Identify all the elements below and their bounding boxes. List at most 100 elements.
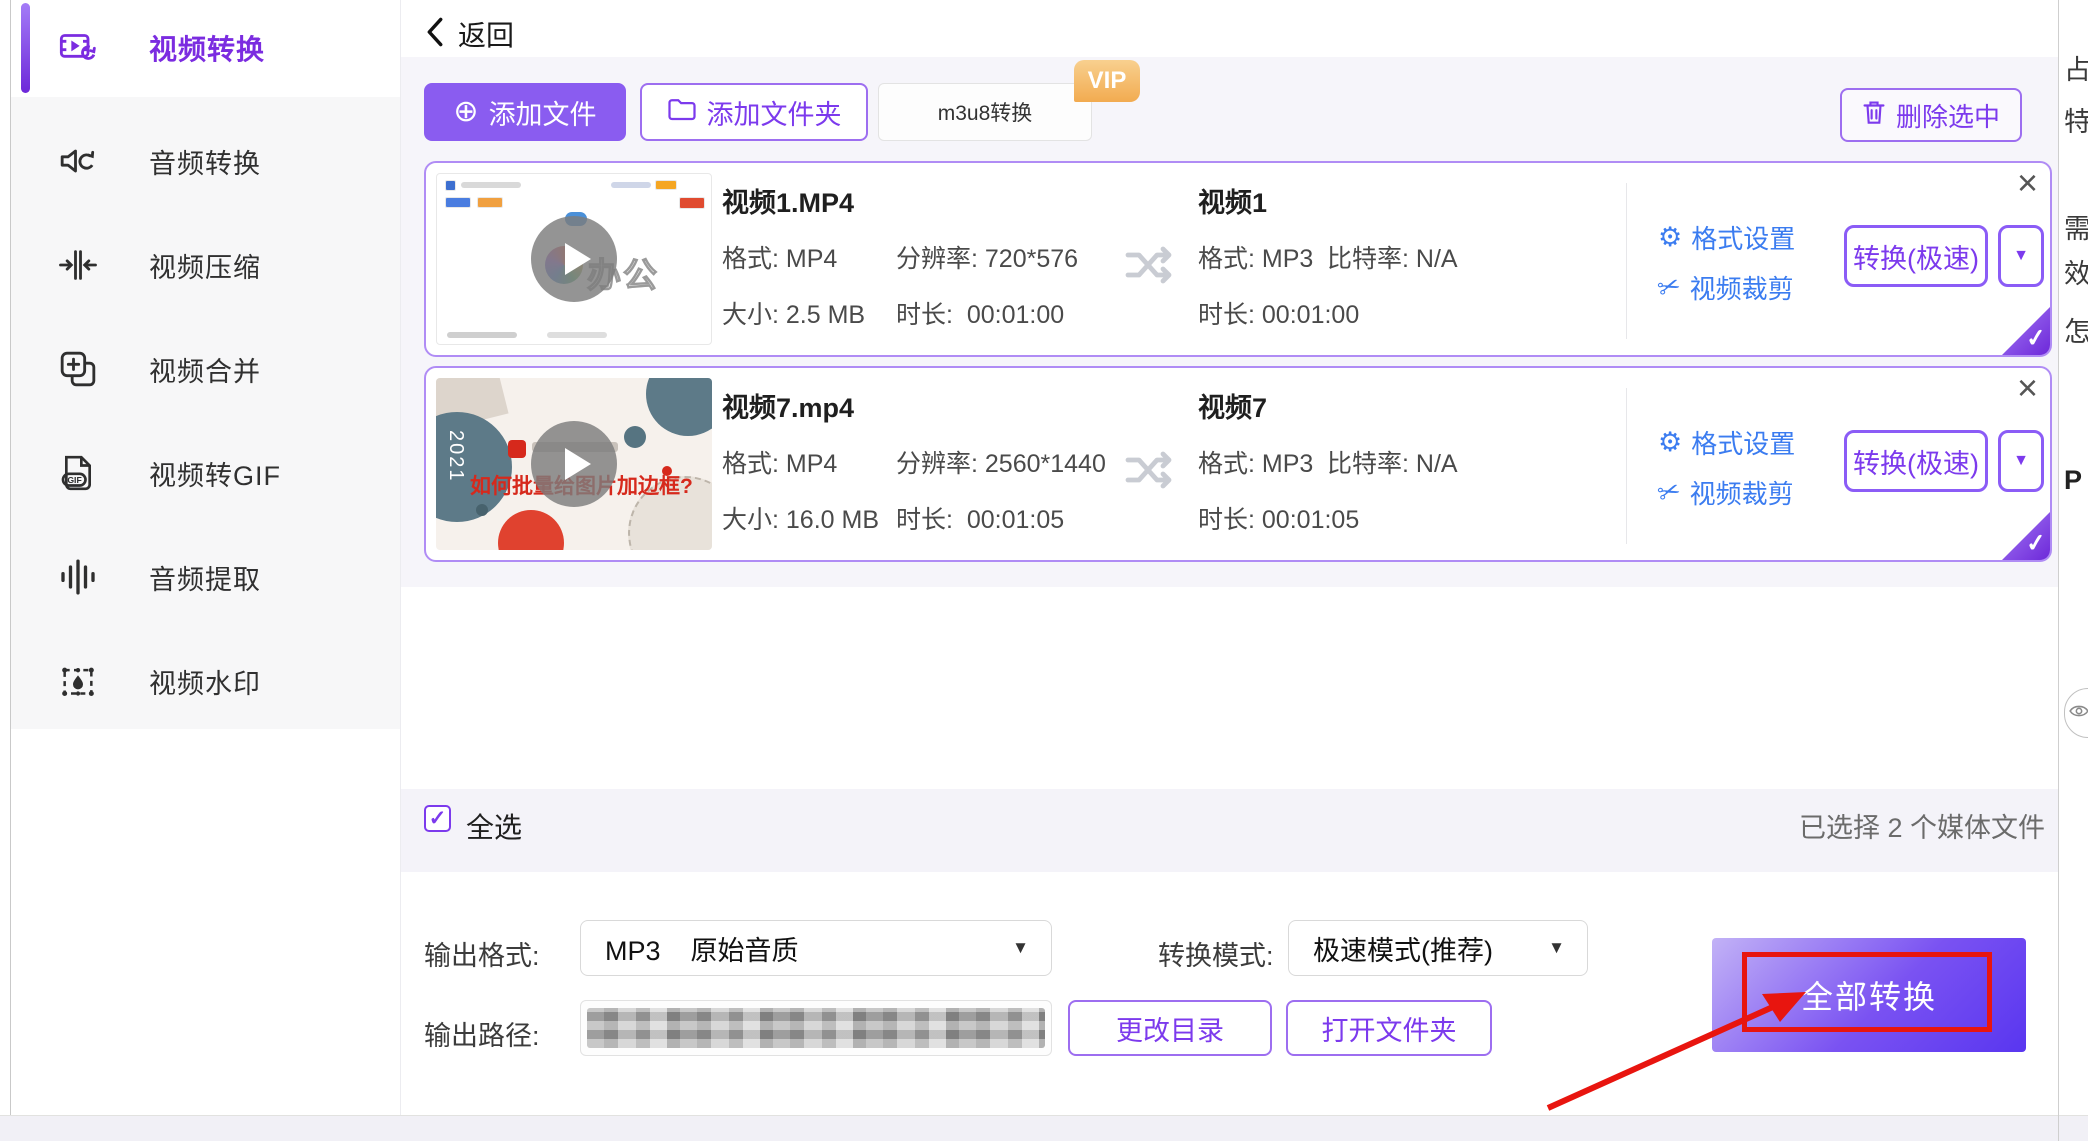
selected-count-text: 已选择 2 个媒体文件 [1799,806,2045,845]
convert-options-dropdown-button[interactable]: ▼ [1998,225,2044,287]
source-duration: 时长: 00:01:05 [896,500,1064,536]
convert-mode-label: 转换模式: [1158,934,1274,973]
window-footer [0,1115,2088,1141]
sidebar-item-video-compress[interactable]: 视频压缩 [11,226,400,304]
convert-all-button[interactable]: 全部转换 [1712,938,2026,1052]
divider [1626,388,1627,544]
video-trim-label: 视频裁剪 [1690,269,1794,306]
output-format: 格式: MP3 [1198,444,1313,480]
add-file-label: 添加文件 [489,93,597,132]
convert-fast-button[interactable]: 转换(极速) [1844,430,1988,492]
sidebar-item-audio-extract[interactable]: 音频提取 [11,538,400,616]
select-all-label: 全选 [466,806,522,846]
audio-extract-icon [55,554,101,600]
sidebar-item-label: 视频转换 [149,28,265,68]
convert-fast-label: 转换(极速) [1853,442,1979,481]
divider [1626,183,1627,339]
output-bitrate: 比特率: N/A [1327,239,1458,275]
source-format: 格式: MP4 [722,239,837,275]
sidebar: 视频转换 音频转换 视频压缩 [11,0,401,1116]
sidebar-item-video-to-gif[interactable]: GIF 视频转GIF [11,434,400,512]
close-icon[interactable]: × [2017,165,2038,201]
source-duration: 时长: 00:01:00 [896,295,1064,331]
play-button[interactable] [531,216,617,302]
video-watermark-icon [55,658,101,704]
add-file-button[interactable]: ⊕ 添加文件 [424,83,626,141]
back-button[interactable]: 返回 [424,14,514,54]
source-format: 格式: MP4 [722,444,837,480]
folder-icon [667,96,697,129]
caret-down-icon: ▼ [1012,938,1029,958]
add-folder-button[interactable]: 添加文件夹 [640,83,868,141]
format-settings-label: 格式设置 [1691,424,1795,461]
open-folder-label: 打开文件夹 [1322,1009,1457,1048]
video-trim-link[interactable]: ✂ 视频裁剪 [1658,474,1794,511]
scissors-icon: ✂ [1654,271,1684,304]
output-path-label: 输出路径: [424,1014,540,1053]
sidebar-item-audio-convert[interactable]: 音频转换 [11,122,400,200]
video-convert-icon [55,25,101,71]
video-trim-link[interactable]: ✂ 视频裁剪 [1658,269,1794,306]
change-directory-label: 更改目录 [1116,1009,1224,1048]
output-format-label: 输出格式: [424,934,540,973]
svg-text:GIF: GIF [67,475,81,485]
eye-icon [2069,703,2088,724]
output-format: 格式: MP3 [1198,239,1313,275]
output-format-dropdown[interactable]: MP3 原始音质 ▼ [580,920,1052,976]
plus-circle-icon: ⊕ [453,97,478,127]
format-settings-label: 格式设置 [1691,219,1795,256]
format-settings-link[interactable]: ⚙ 格式设置 [1658,219,1795,256]
edge-clipped-text: 占 [2064,48,2088,87]
sidebar-item-label: 视频压缩 [149,246,261,285]
sidebar-item-label: 视频水印 [149,662,261,701]
output-path-field[interactable] [580,1000,1052,1056]
output-file-title: 视频7 [1198,386,1267,425]
shuffle-icon [1124,243,1176,292]
edge-clipped-text: 效 [2064,252,2088,291]
delete-selected-button[interactable]: 删除选中 [1840,88,2022,142]
convert-mode-dropdown[interactable]: 极速模式(推荐) ▼ [1288,920,1588,976]
format-settings-link[interactable]: ⚙ 格式设置 [1658,424,1795,461]
shuffle-icon [1124,448,1176,497]
play-button[interactable] [531,421,617,507]
eye-peek-tab[interactable] [2064,688,2088,738]
convert-fast-button[interactable]: 转换(极速) [1844,225,1988,287]
sidebar-item-video-merge[interactable]: 视频合并 [11,330,400,408]
sidebar-item-video-watermark[interactable]: 视频水印 [11,642,400,720]
scissors-icon: ✂ [1654,476,1684,509]
caret-down-icon: ▼ [2013,452,2029,470]
back-label: 返回 [458,14,514,54]
corner-check-icon: ✓ [2024,323,2047,354]
gear-icon: ⚙ [1658,429,1682,456]
edge-clipped-text: 特 [2064,100,2088,139]
output-duration: 时长: 00:01:05 [1198,500,1359,536]
edge-clipped-text: P [2064,465,2082,496]
video-merge-icon [55,346,101,392]
output-duration: 时长: 00:01:00 [1198,295,1359,331]
video-to-gif-icon: GIF [55,450,101,496]
convert-mode-value: 极速模式(推荐) [1313,929,1493,968]
corner-check-icon: ✓ [2024,528,2047,559]
video-thumbnail: 办公 [436,173,712,345]
output-bitrate: 比特率: N/A [1327,444,1458,480]
checkbox-check-icon: ✓ [429,806,447,831]
video-compress-icon [55,242,101,288]
source-resolution: 分辨率: 720*576 [896,239,1078,275]
convert-options-dropdown-button[interactable]: ▼ [1998,430,2044,492]
sidebar-item-label: 视频转GIF [149,454,281,493]
vip-badge: VIP [1074,60,1140,102]
source-file-title: 视频1.MP4 [722,181,854,220]
change-directory-button[interactable]: 更改目录 [1068,1000,1272,1056]
select-all-checkbox[interactable]: ✓ [424,805,451,832]
sidebar-item-video-convert[interactable]: 视频转换 [11,9,400,87]
m3u8-convert-button[interactable]: m3u8转换 [878,83,1092,141]
file-card: 2021 如何批量给图片加边框? 视频7.mp4 格式: MP4 分辨率: 25… [424,366,2052,562]
sidebar-item-label: 音频提取 [149,558,261,597]
file-card: 办公 视频1.MP4 格式: MP4 分辨率: 720*576 大小: 2.5 … [424,161,2052,357]
gear-icon: ⚙ [1658,224,1682,251]
source-size: 大小: 2.5 MB [722,295,865,331]
source-size: 大小: 16.0 MB [722,500,879,536]
close-icon[interactable]: × [2017,370,2038,406]
open-folder-button[interactable]: 打开文件夹 [1286,1000,1492,1056]
audio-convert-icon [55,138,101,184]
